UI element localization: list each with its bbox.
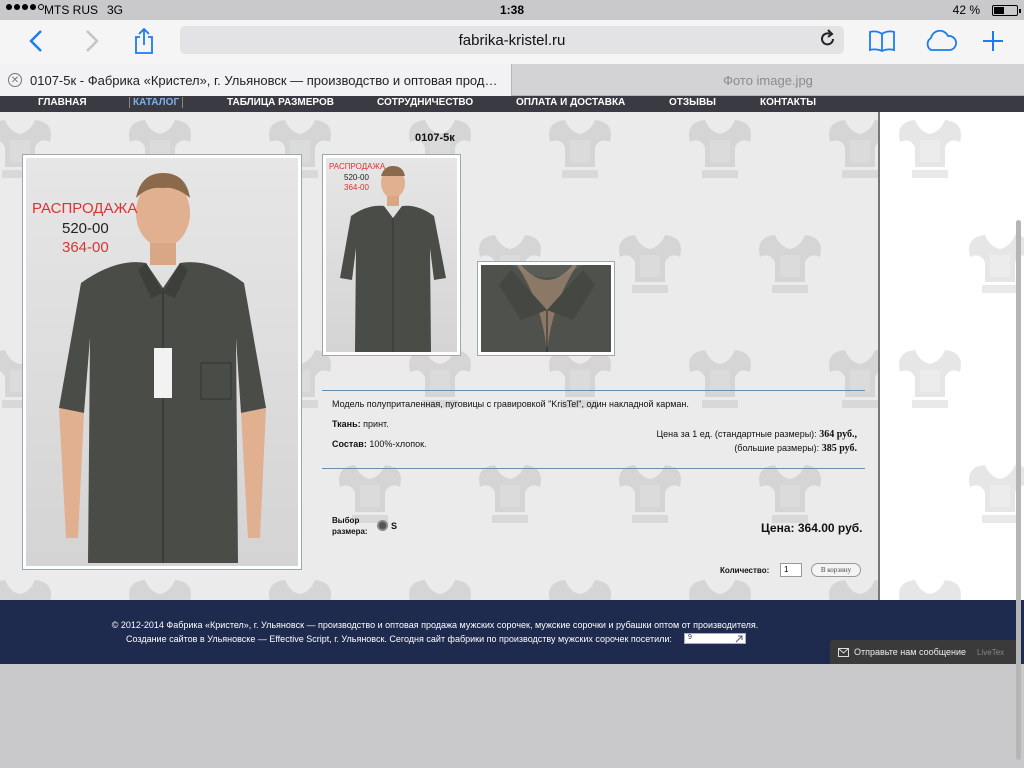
unit-price-value: 364 руб., [819,429,857,440]
total-price-label: Цена: [761,521,795,535]
tab-photo[interactable]: Фото image.jpg [512,64,1024,96]
battery-icon [992,5,1021,16]
size-select-label: Выбор размера: [332,516,368,536]
watermark-crest-icon [899,350,961,408]
footer-credits[interactable]: Создание сайтов в Ульяновске — Effective… [126,634,672,644]
watermark-crest-icon [969,235,1024,293]
description-bottom-divider [322,468,865,469]
watermark-crest-icon [829,120,878,178]
footer-copyright: © 2012-2014 Фабрика «Кристел», г. Ульяно… [111,620,759,630]
watermark-crest-icon [409,580,471,600]
battery-percent: 42 % [952,3,980,17]
share-button[interactable] [130,26,158,56]
scrollbar[interactable] [1016,220,1021,760]
watermark-crest-icon [689,120,751,178]
nav-catalog[interactable]: КАТАЛОГ [129,97,184,108]
tab-product[interactable]: ✕ 0107-5к - Фабрика «Кристел», г. Ульяно… [0,64,512,96]
new-tab-button[interactable] [980,26,1006,56]
watermark-crest-icon [619,235,681,293]
nav-contacts[interactable]: КОНТАКТЫ [760,97,816,108]
fabric-row: Ткань: принт. [332,419,389,429]
browser-toolbar: fabrika-kristel.ru [0,20,1024,64]
description-top-divider [322,390,865,391]
nav-cooperation[interactable]: СОТРУДНИЧЕСТВО [377,97,473,108]
product-thumbnail-collar[interactable] [477,261,615,356]
watermark-crest-icon [689,580,751,600]
icloud-tabs-button[interactable] [922,26,958,56]
fabric-label: Ткань: [332,419,361,429]
composition-row: Состав: 100%-хлопок. [332,439,427,449]
tab-title: Фото image.jpg [723,72,813,88]
watermark-crest-icon [549,120,611,178]
external-link-icon [735,635,743,643]
watermark-crest-icon [829,350,878,408]
watermark-crest-icon [899,120,961,178]
chat-brand-logo: LiveTex [977,647,1005,657]
chat-label: Отправьте нам сообщение [854,647,967,657]
close-tab-icon[interactable]: ✕ [8,73,22,87]
site-navigation: ГЛАВНАЯ КАТАЛОГ ТАБЛИЦА РАЗМЕРОВ СОТРУДН… [0,96,1024,112]
watermark-crest-icon [549,580,611,600]
product-title: 0107-5к [415,132,455,144]
product-description: Модель полуприталенная, пуговицы с грави… [332,399,689,409]
forward-button[interactable] [80,26,104,56]
product-main-photo[interactable]: РАСПРОДАЖА 520-00 364-00 [22,154,302,570]
old-price-label: 520-00 [62,220,109,237]
nav-home[interactable]: ГЛАВНАЯ [38,97,87,108]
large-price-label: (большие размеры): [734,443,820,453]
fabric-value: принт. [363,419,389,429]
add-to-cart-button[interactable]: В корзину [811,563,861,577]
watermark-crest-icon [129,580,191,600]
unit-price-label: Цена за 1 ед. (стандартные размеры): [656,429,817,439]
total-price: Цена: 364.00 руб. [761,521,863,535]
large-price-value: 385 руб. [821,443,857,454]
unit-price-standard: Цена за 1 ед. (стандартные размеры): 364… [560,429,858,440]
page-side-blank [880,112,1024,638]
sale-label: РАСПРОДАЖА [32,200,138,217]
quantity-input[interactable]: 1 [780,563,802,577]
watermark-crest-icon [969,465,1024,523]
quantity-label: Количество: [720,566,770,575]
composition-label: Состав: [332,439,367,449]
thumb-new-price-label: 364-00 [344,183,369,192]
size-option-label: S [391,521,398,531]
unit-price-large: (большие размеры): 385 руб. [560,443,857,454]
total-price-value: 364.00 руб. [797,521,863,535]
nav-payment-delivery[interactable]: ОПЛАТА И ДОСТАВКА [516,97,625,108]
thumb-old-price-label: 520-00 [344,173,369,182]
url-text: fabrika-kristel.ru [458,32,566,49]
clock: 1:38 [499,3,525,17]
back-button[interactable] [24,26,48,56]
watermark-crest-icon [689,350,751,408]
watermark-crest-icon [0,580,51,600]
watermark-crest-icon [269,580,331,600]
composition-value: 100%-хлопок. [369,439,427,449]
size-radio-s[interactable] [377,520,388,531]
product-thumbnail-front[interactable]: РАСПРОДАЖА 520-00 364-00 [322,154,461,356]
tab-bar: ✕ 0107-5к - Фабрика «Кристел», г. Ульяно… [0,64,1024,96]
watermark-crest-icon [759,235,821,293]
nav-reviews[interactable]: ОТЗЫВЫ [669,97,716,108]
visitor-count: 9 [688,634,692,641]
status-bar: MTS RUS 3G 1:38 42 % [0,0,1024,20]
chat-widget[interactable]: Отправьте нам сообщение LiveTex [830,640,1018,664]
new-price-label: 364-00 [62,239,109,256]
message-icon [838,647,849,657]
reload-button[interactable] [820,29,836,52]
tab-title: 0107-5к - Фабрика «Кристел», г. Ульяновс… [30,72,498,88]
thumb-sale-label: РАСПРОДАЖА [329,162,386,171]
visitor-counter[interactable]: 9 [684,633,746,644]
bookmarks-button[interactable] [868,26,896,56]
nav-size-table[interactable]: ТАБЛИЦА РАЗМЕРОВ [227,97,334,108]
address-bar[interactable]: fabrika-kristel.ru [180,26,844,54]
collar-closeup-image [481,265,611,352]
page-bottom-area [0,664,1024,768]
